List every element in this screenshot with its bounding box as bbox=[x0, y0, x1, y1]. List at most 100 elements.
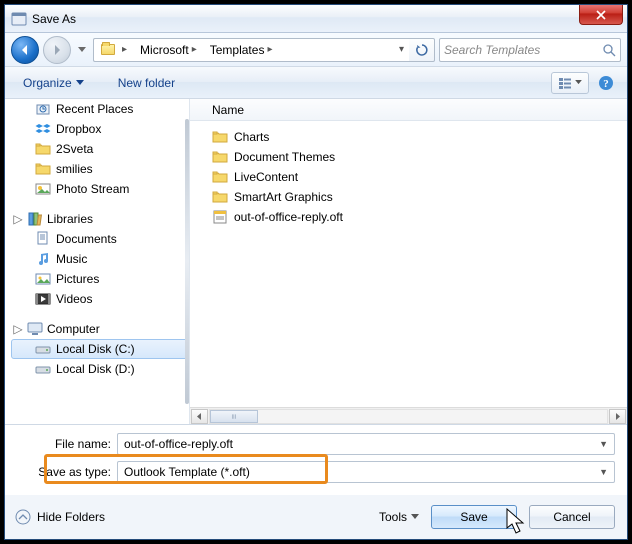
view-options-button[interactable] bbox=[551, 72, 589, 94]
tree-item[interactable]: 2Sveta bbox=[11, 139, 189, 159]
address-seg-microsoft[interactable]: Microsoft ▸ bbox=[135, 39, 205, 61]
dropbox-icon bbox=[35, 121, 51, 137]
tree-item[interactable]: Pictures bbox=[11, 269, 189, 289]
filename-label: File name: bbox=[33, 437, 111, 451]
save-as-dialog: Save As ▸ Microsoft ▸ bbox=[4, 4, 628, 540]
chevron-right-icon: ▸ bbox=[264, 44, 275, 55]
tree-libraries-head[interactable]: ▷ Libraries bbox=[11, 209, 189, 229]
list-item[interactable]: Document Themes bbox=[194, 147, 623, 167]
tree-item-label: Videos bbox=[56, 292, 92, 306]
list-item[interactable]: SmartArt Graphics bbox=[194, 187, 623, 207]
navigation-pane[interactable]: Recent Places Dropbox 2Sveta smilies Photo S… bbox=[5, 99, 189, 424]
tree-item[interactable]: Local Disk (D:) bbox=[11, 359, 189, 379]
savetype-label: Save as type: bbox=[33, 465, 111, 479]
drive-icon bbox=[35, 361, 51, 377]
scroll-right-button[interactable] bbox=[609, 409, 626, 424]
tools-menu[interactable]: Tools bbox=[379, 510, 419, 524]
list-item-label: Document Themes bbox=[234, 150, 335, 164]
tree-item[interactable]: Dropbox bbox=[11, 119, 189, 139]
tree-libraries-label: Libraries bbox=[47, 212, 93, 226]
list-item-label: Charts bbox=[234, 130, 269, 144]
save-button[interactable]: Save bbox=[431, 505, 517, 529]
chevron-down-icon[interactable]: ▼ bbox=[599, 439, 608, 449]
disclosure-icon: ▷ bbox=[13, 322, 23, 336]
arrow-right-icon bbox=[50, 43, 64, 57]
organize-button[interactable]: Organize bbox=[15, 72, 92, 94]
tree-item[interactable]: Photo Stream bbox=[11, 179, 189, 199]
tree-item[interactable]: Recent Places bbox=[11, 99, 189, 119]
chevron-right-icon: ▸ bbox=[189, 44, 200, 55]
hide-folders-button[interactable]: Hide Folders bbox=[15, 509, 105, 525]
save-button-label: Save bbox=[460, 510, 487, 524]
list-item[interactable]: LiveContent bbox=[194, 167, 623, 187]
view-icon bbox=[558, 76, 572, 90]
chevron-down-icon[interactable]: ▼ bbox=[599, 467, 608, 477]
horizontal-scrollbar[interactable] bbox=[190, 407, 627, 424]
tree-item-label: smilies bbox=[56, 162, 93, 176]
tree-item[interactable]: Local Disk (C:) bbox=[11, 339, 189, 359]
folder-icon bbox=[212, 129, 228, 145]
refresh-button[interactable] bbox=[409, 38, 435, 62]
disclosure-icon: ▷ bbox=[13, 212, 23, 226]
organize-label: Organize bbox=[23, 76, 72, 90]
save-fields: File name: out-of-office-reply.oft ▼ Sav… bbox=[5, 425, 627, 495]
tree-item[interactable]: Videos bbox=[11, 289, 189, 309]
chevron-down-icon bbox=[78, 47, 86, 53]
chevron-down-icon bbox=[76, 80, 84, 86]
tree-item[interactable]: Music bbox=[11, 249, 189, 269]
close-icon bbox=[596, 10, 606, 20]
tree-item-label: Pictures bbox=[56, 272, 99, 286]
window-close-button[interactable] bbox=[579, 5, 623, 25]
savetype-value: Outlook Template (*.oft) bbox=[124, 465, 250, 479]
folder-icon bbox=[212, 169, 228, 185]
arrow-left-icon bbox=[18, 43, 32, 57]
list-item[interactable]: Charts bbox=[194, 127, 623, 147]
scroll-thumb[interactable] bbox=[210, 410, 258, 423]
svg-text:?: ? bbox=[603, 78, 609, 90]
scroll-left-button[interactable] bbox=[191, 409, 208, 424]
list-item[interactable]: out-of-office-reply.oft bbox=[194, 207, 623, 227]
tree-item[interactable]: smilies bbox=[11, 159, 189, 179]
column-name-label: Name bbox=[212, 103, 244, 117]
dialog-body: Recent Places Dropbox 2Sveta smilies Photo S… bbox=[5, 99, 627, 425]
scroll-track[interactable] bbox=[209, 409, 608, 424]
address-seg-templates[interactable]: Templates ▸ bbox=[205, 39, 281, 61]
address-seg-label: Templates bbox=[210, 43, 265, 57]
window-title: Save As bbox=[32, 12, 579, 26]
forward-button[interactable] bbox=[43, 36, 71, 64]
tree-computer-head[interactable]: ▷ Computer bbox=[11, 319, 189, 339]
tree-item-label: Music bbox=[56, 252, 87, 266]
folder-icon bbox=[101, 43, 117, 57]
new-folder-button[interactable]: New folder bbox=[110, 72, 183, 94]
chevron-down-icon[interactable]: ▾ bbox=[396, 44, 407, 55]
folder-icon bbox=[212, 149, 228, 165]
chevron-down-icon bbox=[411, 514, 419, 520]
pictures-icon bbox=[35, 271, 51, 287]
list-column-header[interactable]: Name bbox=[190, 99, 627, 121]
list-item-label: LiveContent bbox=[234, 170, 298, 184]
cancel-button[interactable]: Cancel bbox=[529, 505, 615, 529]
file-list[interactable]: Charts Document Themes LiveContent SmartArt… bbox=[190, 121, 627, 407]
tree-item-label: Recent Places bbox=[56, 102, 133, 116]
back-button[interactable] bbox=[11, 36, 39, 64]
new-folder-label: New folder bbox=[118, 76, 175, 90]
folder-icon bbox=[35, 161, 51, 177]
address-root[interactable]: ▸ bbox=[96, 39, 135, 61]
chevron-down-icon bbox=[575, 80, 582, 85]
address-seg-label: Microsoft bbox=[140, 43, 189, 57]
folder-icon bbox=[35, 141, 51, 157]
list-item-label: SmartArt Graphics bbox=[234, 190, 333, 204]
tree-item-label: Local Disk (C:) bbox=[56, 342, 135, 356]
search-input[interactable]: Search Templates bbox=[439, 38, 621, 62]
documents-icon bbox=[35, 231, 51, 247]
tree-item-label: 2Sveta bbox=[56, 142, 93, 156]
help-button[interactable]: ? bbox=[595, 72, 617, 94]
savetype-dropdown[interactable]: Outlook Template (*.oft) ▼ bbox=[117, 461, 615, 483]
tree-item[interactable]: Documents bbox=[11, 229, 189, 249]
filename-input[interactable]: out-of-office-reply.oft ▼ bbox=[117, 433, 615, 455]
oft-icon bbox=[212, 209, 228, 225]
nav-history-dropdown[interactable] bbox=[75, 38, 89, 62]
address-bar[interactable]: ▸ Microsoft ▸ Templates ▸ ▾ bbox=[93, 38, 409, 62]
tree-item-label: Dropbox bbox=[56, 122, 101, 136]
search-placeholder: Search Templates bbox=[444, 43, 540, 57]
